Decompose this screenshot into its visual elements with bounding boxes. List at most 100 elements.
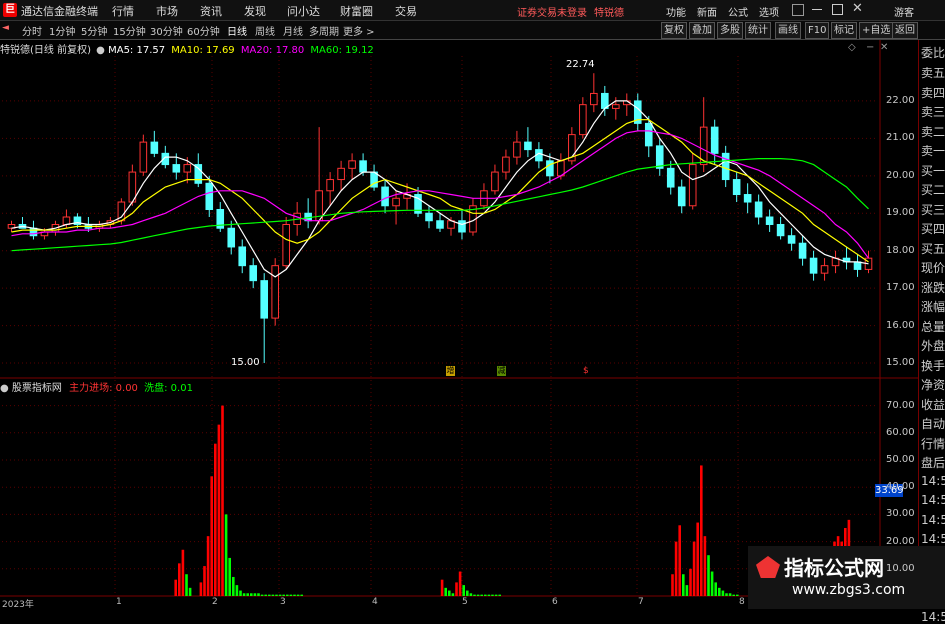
side-panel-item[interactable]: 买一 — [921, 162, 945, 179]
indicator-bar — [484, 594, 487, 596]
indicator-bar — [728, 593, 732, 596]
candle-body — [710, 126, 719, 154]
price-tick-label: 22.00 — [886, 94, 915, 106]
candle-body — [590, 92, 598, 106]
indicator-bar — [181, 549, 185, 596]
watermark-url: www.zbgs3.com — [792, 582, 906, 598]
date-label: 7 — [638, 597, 644, 607]
side-panel-item[interactable]: 换手 — [921, 357, 945, 374]
side-panel-item[interactable]: 外盘 — [921, 337, 945, 354]
candle-body — [754, 201, 763, 218]
candle-body — [62, 216, 71, 225]
indicator-bar — [260, 594, 264, 596]
candle-body — [491, 171, 499, 192]
indicator-bar — [678, 525, 681, 596]
side-panel-item[interactable]: 14:5 — [921, 474, 945, 488]
sub-tick-label: 30.00 — [886, 508, 915, 520]
candle-body — [743, 194, 752, 203]
indicator-bar — [455, 582, 458, 596]
signal-increase[interactable]: 增 — [446, 366, 455, 376]
candle-body — [502, 156, 510, 173]
indicator-bar — [188, 587, 192, 596]
price-tick-label: 17.00 — [886, 282, 915, 294]
side-panel-item[interactable]: 涨跌 — [921, 279, 945, 296]
side-panel-item[interactable]: 净资 — [921, 376, 945, 393]
side-panel-item[interactable]: 买三 — [921, 201, 945, 218]
indicator-bar — [178, 563, 181, 596]
side-panel-item[interactable]: 行情 — [921, 435, 945, 452]
candle-body — [425, 212, 433, 222]
candle-body — [238, 246, 247, 267]
indicator-bar — [732, 594, 735, 596]
candle-body — [721, 152, 730, 181]
quote-side-panel: 委比 卖五 卖四 卖三 卖二 卖一 买一 买二 买三 买四 买五 现价 涨跌 涨幅 总量 外盘 换手 净资 收益自… — [918, 40, 945, 624]
indicator-bar — [224, 514, 228, 596]
indicator-bar — [268, 594, 271, 596]
candle-body — [436, 220, 444, 229]
indicator-bar — [494, 594, 498, 596]
candle-body — [765, 216, 774, 225]
candle-body — [150, 141, 159, 154]
side-panel-item[interactable]: 买二 — [921, 181, 945, 198]
side-panel-item[interactable]: 买四 — [921, 220, 945, 237]
indicator-bar — [174, 579, 177, 596]
date-label: 2023年 — [2, 600, 34, 610]
indicator-bar — [714, 582, 717, 596]
side-panel-item[interactable]: 14:5 — [921, 532, 945, 546]
indicator-bar — [700, 465, 703, 596]
indicator-bar — [736, 594, 739, 596]
side-panel-item[interactable]: 卖三 — [921, 103, 945, 120]
signal-decrease[interactable]: 减 — [497, 366, 506, 376]
candle-body — [524, 141, 532, 151]
indicator-bar — [692, 541, 696, 596]
indicator-bar — [257, 593, 260, 596]
side-panel-item[interactable]: 卖二 — [921, 123, 945, 140]
kline-chart[interactable] — [0, 0, 918, 609]
side-panel-item[interactable]: 卖四 — [921, 84, 945, 101]
date-label: 3 — [280, 597, 286, 607]
indicator-bar — [725, 593, 728, 596]
date-label: 6 — [552, 597, 558, 607]
house-icon — [756, 556, 780, 578]
candle-body — [381, 186, 389, 207]
side-panel-item[interactable]: 总量 — [921, 318, 945, 335]
candle-body — [666, 167, 675, 188]
sub-tick-label: 60.00 — [886, 426, 915, 438]
side-panel-item[interactable]: 自动 — [921, 415, 945, 432]
indicator-bar — [221, 405, 224, 596]
date-label: 5 — [462, 597, 468, 607]
indicator-bar — [217, 424, 221, 596]
indicator-bar — [674, 541, 678, 596]
indicator-bar — [685, 585, 689, 596]
price-tick-label: 18.00 — [886, 244, 915, 256]
candle-body — [677, 186, 686, 207]
side-panel-item[interactable]: 涨幅 — [921, 298, 945, 315]
indicator-bar — [289, 594, 293, 596]
sub-tick-label: 40.00 — [886, 481, 915, 493]
candle-body — [260, 280, 268, 319]
side-panel-item[interactable]: 收益 — [921, 396, 945, 413]
side-panel-item[interactable]: 14:5 — [921, 610, 945, 624]
side-panel-item[interactable]: 盘后 — [921, 454, 945, 471]
indicator-bar — [300, 594, 303, 596]
side-panel-item[interactable]: 14:5 — [921, 493, 945, 507]
signal-dollar[interactable]: $ — [583, 366, 589, 376]
candle-body — [348, 160, 356, 169]
side-panel-item[interactable]: 现价 — [921, 259, 945, 276]
price-tick-label: 20.00 — [886, 169, 915, 181]
indicator-bar — [466, 590, 469, 596]
indicator-bar — [199, 582, 203, 596]
side-panel-item[interactable]: 卖一 — [921, 142, 945, 159]
indicator-bar — [707, 555, 710, 596]
price-tick-label: 19.00 — [886, 207, 915, 219]
side-panel-item[interactable]: 卖五 — [921, 64, 945, 81]
indicator-bar — [242, 593, 246, 596]
sub-tick-label: 50.00 — [886, 454, 915, 465]
price-tick-label: 21.00 — [886, 132, 915, 144]
high-price-annotation: 22.74 — [566, 59, 595, 70]
side-panel-item[interactable]: 14:5 — [921, 513, 945, 527]
low-price-annotation: 15.00 — [231, 357, 260, 368]
indicator-bar — [228, 557, 231, 596]
indicator-bar — [696, 522, 699, 596]
side-panel-item[interactable]: 买五 — [921, 240, 945, 257]
